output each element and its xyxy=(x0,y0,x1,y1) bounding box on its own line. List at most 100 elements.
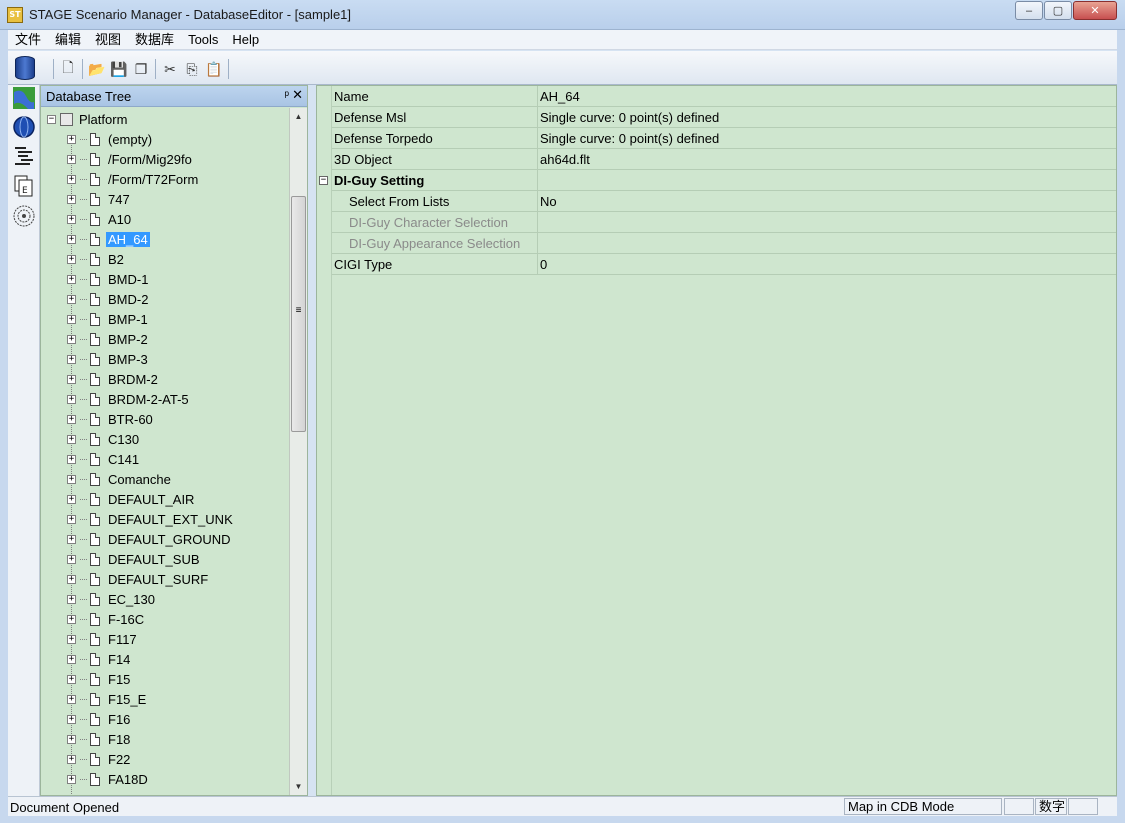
title-bar[interactable]: ST STAGE Scenario Manager - DatabaseEdit… xyxy=(0,0,1125,30)
scroll-up-arrow[interactable]: ▲ xyxy=(290,108,307,125)
tree-item[interactable]: + F16 xyxy=(67,709,130,729)
expand-icon[interactable]: + xyxy=(67,274,76,284)
expand-icon[interactable]: + xyxy=(67,394,76,404)
expand-icon[interactable]: + xyxy=(67,334,76,344)
expand-icon[interactable]: + xyxy=(67,494,76,504)
expand-icon[interactable]: + xyxy=(67,694,76,704)
expand-icon[interactable]: + xyxy=(67,294,76,304)
property-row[interactable]: DI-Guy Character Selection xyxy=(332,212,1116,233)
expand-icon[interactable]: + xyxy=(67,474,76,484)
open-folder-icon[interactable]: 📂 xyxy=(86,58,108,80)
maximize-button[interactable]: ▢ xyxy=(1044,1,1072,20)
property-value[interactable]: Single curve: 0 point(s) defined xyxy=(540,110,719,125)
expand-icon[interactable]: + xyxy=(67,714,76,724)
new-document-icon[interactable]: 🗋 xyxy=(57,58,79,80)
panel-splitter[interactable] xyxy=(308,85,316,796)
pin-icon[interactable]: ᵖ xyxy=(284,88,289,102)
property-value[interactable]: AH_64 xyxy=(540,89,580,104)
expand-icon[interactable]: + xyxy=(67,594,76,604)
expand-icon[interactable]: + xyxy=(67,534,76,544)
globe-view-button[interactable] xyxy=(11,114,36,139)
minimize-button[interactable]: – xyxy=(1015,1,1043,20)
radar-view-button[interactable] xyxy=(11,203,36,228)
tree-item[interactable]: + F18 xyxy=(67,729,130,749)
property-row[interactable]: CIGI Type 0 xyxy=(332,254,1116,275)
expand-icon[interactable]: + xyxy=(67,774,76,784)
tree-item[interactable]: + BMP-3 xyxy=(67,349,148,369)
expand-icon[interactable]: + xyxy=(67,754,76,764)
expand-icon[interactable]: + xyxy=(67,734,76,744)
save-all-icon[interactable]: ❐ xyxy=(130,58,152,80)
tree-item[interactable]: + F-16C xyxy=(67,609,144,629)
expand-icon[interactable]: + xyxy=(67,514,76,524)
tree-root-platform[interactable]: − Platform xyxy=(47,109,127,129)
tree-item[interactable]: + DEFAULT_SUB xyxy=(67,549,200,569)
tree-item[interactable]: + /Form/T72Form xyxy=(67,169,198,189)
menu-tools[interactable]: Tools xyxy=(181,30,225,50)
expand-icon[interactable]: + xyxy=(67,614,76,624)
expand-icon[interactable]: + xyxy=(67,434,76,444)
expand-icon[interactable]: + xyxy=(67,234,76,244)
expand-icon[interactable]: + xyxy=(67,574,76,584)
tree-item[interactable]: + BMP-2 xyxy=(67,329,148,349)
tree-item[interactable]: + C130 xyxy=(67,429,139,449)
property-row[interactable]: 3D Object ah64d.flt xyxy=(332,149,1116,170)
property-row[interactable]: Select From Lists No xyxy=(332,191,1116,212)
expand-icon[interactable]: + xyxy=(67,454,76,464)
property-value[interactable]: No xyxy=(540,194,557,209)
scroll-down-arrow[interactable]: ▼ xyxy=(290,778,307,795)
tree-scrollbar[interactable]: ▲ ≡ ▼ xyxy=(289,108,307,795)
close-panel-icon[interactable]: ✕ xyxy=(292,87,303,103)
tree-item[interactable]: + DEFAULT_EXT_UNK xyxy=(67,509,233,529)
tree-item[interactable]: + /Form/Mig29fo xyxy=(67,149,192,169)
expand-icon[interactable]: + xyxy=(67,414,76,424)
property-value[interactable]: Single curve: 0 point(s) defined xyxy=(540,131,719,146)
map-view-button[interactable] xyxy=(11,85,36,110)
close-button[interactable]: ✕ xyxy=(1073,1,1117,20)
tree-item[interactable]: + (empty) xyxy=(67,129,152,149)
property-category[interactable]: − DI-Guy Setting xyxy=(319,170,1116,191)
expand-icon[interactable]: + xyxy=(67,254,76,264)
tree-item[interactable]: + BMP-1 xyxy=(67,309,148,329)
tree-item[interactable]: + BRDM-2-AT-5 xyxy=(67,389,189,409)
expand-icon[interactable]: + xyxy=(67,654,76,664)
tree-item[interactable]: +747 xyxy=(67,189,130,209)
tree-view-button[interactable] xyxy=(11,143,36,168)
save-icon[interactable]: 💾 xyxy=(108,58,130,80)
documents-view-button[interactable]: E xyxy=(11,173,36,198)
expand-icon[interactable]: + xyxy=(67,194,76,204)
tree-item[interactable]: + BRDM-2 xyxy=(67,369,158,389)
expand-icon[interactable]: + xyxy=(67,154,76,164)
tree-item[interactable]: + F14 xyxy=(67,649,130,669)
tree-item[interactable]: + FA18D xyxy=(67,769,148,789)
tree-item[interactable]: + DEFAULT_AIR xyxy=(67,489,194,509)
property-value[interactable]: 0 xyxy=(540,257,547,272)
expand-icon[interactable]: + xyxy=(67,134,76,144)
tree-item[interactable]: + F22 xyxy=(67,749,130,769)
scroll-thumb[interactable]: ≡ xyxy=(291,196,306,432)
paste-icon[interactable]: 📋 xyxy=(203,58,225,80)
property-value[interactable]: ah64d.flt xyxy=(540,152,590,167)
menu-view[interactable]: 视图 xyxy=(88,30,128,50)
expand-icon[interactable]: + xyxy=(67,214,76,224)
expand-icon[interactable]: + xyxy=(67,374,76,384)
expand-icon[interactable]: + xyxy=(67,174,76,184)
tree-item[interactable]: + BTR-60 xyxy=(67,409,153,429)
database-tree[interactable]: − Platform + (empty) + /Form/Mig29fo + /Form/… xyxy=(41,108,289,795)
property-row[interactable]: Defense Torpedo Single curve: 0 point(s) … xyxy=(332,128,1116,149)
tree-item[interactable]: + Comanche xyxy=(67,469,171,489)
menu-edit[interactable]: 编辑 xyxy=(48,30,88,50)
collapse-icon[interactable]: − xyxy=(47,114,56,124)
expand-icon[interactable]: + xyxy=(67,554,76,564)
tree-item[interactable]: + DEFAULT_SURF xyxy=(67,569,208,589)
property-row[interactable]: DI-Guy Appearance Selection xyxy=(332,233,1116,254)
expand-icon[interactable]: + xyxy=(67,634,76,644)
menu-database[interactable]: 数据库 xyxy=(128,30,181,50)
copy-icon[interactable]: ⎘ xyxy=(181,58,203,80)
category-collapse-icon[interactable]: − xyxy=(319,176,328,185)
property-row[interactable]: Name AH_64 xyxy=(332,86,1116,107)
tree-item[interactable]: + F117 xyxy=(67,629,137,649)
property-row[interactable]: Defense Msl Single curve: 0 point(s) defi… xyxy=(332,107,1116,128)
expand-icon[interactable]: + xyxy=(67,674,76,684)
tree-item[interactable]: + B2 xyxy=(67,249,124,269)
